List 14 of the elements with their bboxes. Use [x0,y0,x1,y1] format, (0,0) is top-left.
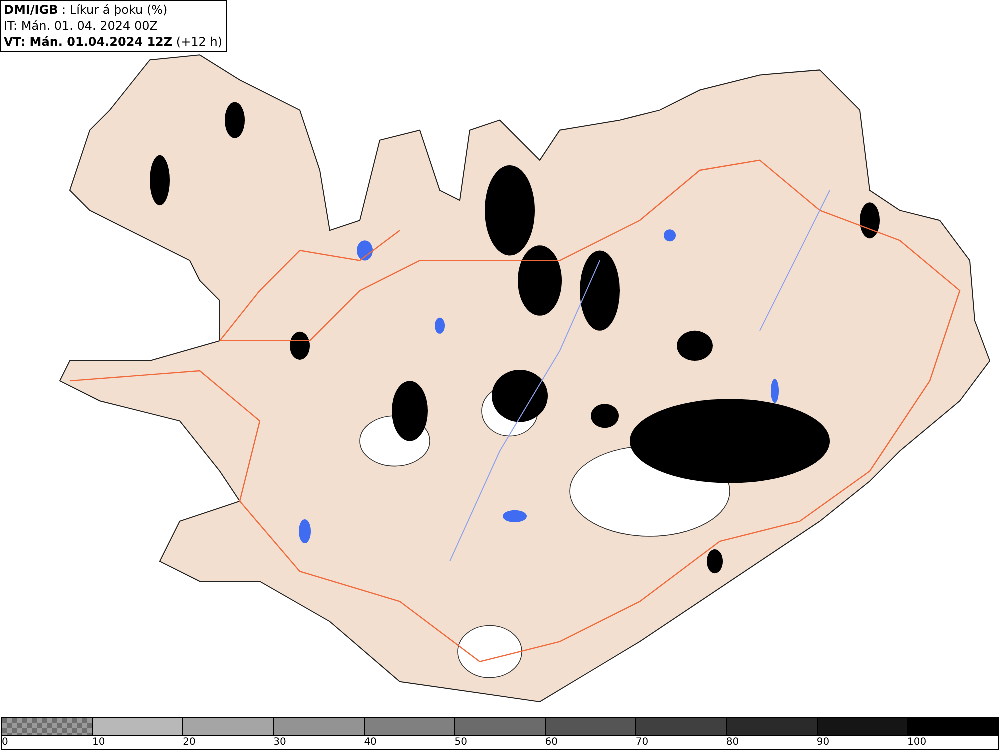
legend-tick-label: 80 [726,737,740,748]
legend-tick-label: 0 [2,737,8,748]
legend-tick-label: 100 [907,737,927,748]
legend-tick-label: 30 [274,737,286,748]
info-text: DMI/IGB : Líkur á þoku (%) [4,2,169,18]
legend-tick-label: 40 [364,737,377,748]
info-text: IT: Mán. 01. 04. 2024 00Z [4,18,159,34]
legend-tick-label: 60 [545,737,558,748]
legend-tick-label: 10 [92,737,106,748]
legend-tick-label: 20 [183,737,196,748]
legend-tick-label: 70 [636,737,649,748]
legend-tick-label: 90 [816,737,830,748]
legend-tick-label: 50 [454,737,468,748]
info-text: VT: Mán. 01.04.2024 12Z (+12 h) [4,34,223,50]
